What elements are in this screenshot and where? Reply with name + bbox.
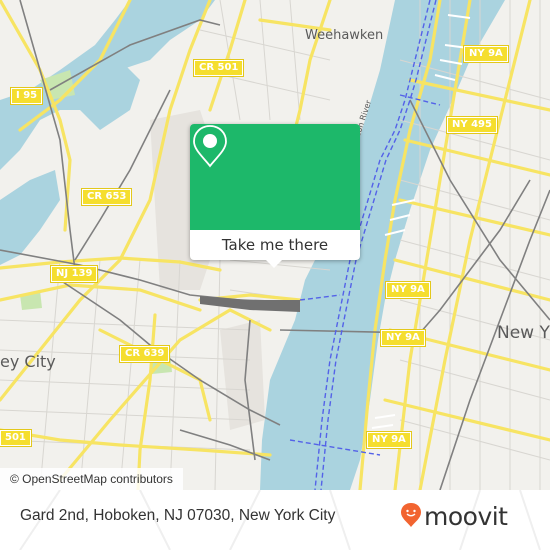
route-shield-cr-653: CR 653 bbox=[80, 188, 133, 206]
route-shield-cr-501: 501 bbox=[0, 429, 32, 447]
place-label-weehawken: Weehawken bbox=[305, 28, 384, 43]
footer: Gard 2nd, Hoboken, NJ 07030, New York Ci… bbox=[0, 490, 550, 550]
moovit-logo[interactable]: moovit bbox=[400, 502, 508, 532]
newark-bay bbox=[0, 170, 60, 265]
route-shield-ny-9a: NY 9A bbox=[385, 281, 431, 299]
road bbox=[0, 428, 272, 457]
location-popup[interactable]: Take me there bbox=[190, 124, 360, 268]
place-label-jersey-city: ey City bbox=[0, 352, 56, 371]
map-attribution[interactable]: © OpenStreetMap contributors bbox=[0, 468, 183, 490]
place-label-new-york: New Y bbox=[497, 323, 550, 343]
route-shield-ny-9a: NY 9A bbox=[366, 431, 412, 449]
route-shield-ny-9a: NY 9A bbox=[463, 45, 509, 63]
popup-header bbox=[190, 124, 360, 230]
route-shield-i-95: I 95 bbox=[9, 87, 44, 105]
route-shield-ny-495: NY 495 bbox=[446, 116, 498, 134]
address-text: Gard 2nd, Hoboken, NJ 07030, New York Ci… bbox=[20, 507, 336, 524]
route-shield-ny-9a: NY 9A bbox=[380, 329, 426, 347]
road bbox=[208, 0, 247, 112]
moovit-pin-icon bbox=[400, 502, 422, 532]
popup-pointer bbox=[266, 260, 282, 268]
route-shield-cr-501: CR 501 bbox=[192, 59, 245, 77]
map[interactable]: Weehawken New Y ey City Hudson River CR … bbox=[0, 0, 550, 490]
route-shield-cr-639: CR 639 bbox=[118, 345, 171, 363]
moovit-wordmark: moovit bbox=[424, 502, 508, 531]
rail bbox=[179, 429, 271, 461]
take-me-there-button[interactable]: Take me there bbox=[190, 230, 360, 260]
route-shield-nj-139: NJ 139 bbox=[49, 265, 99, 283]
